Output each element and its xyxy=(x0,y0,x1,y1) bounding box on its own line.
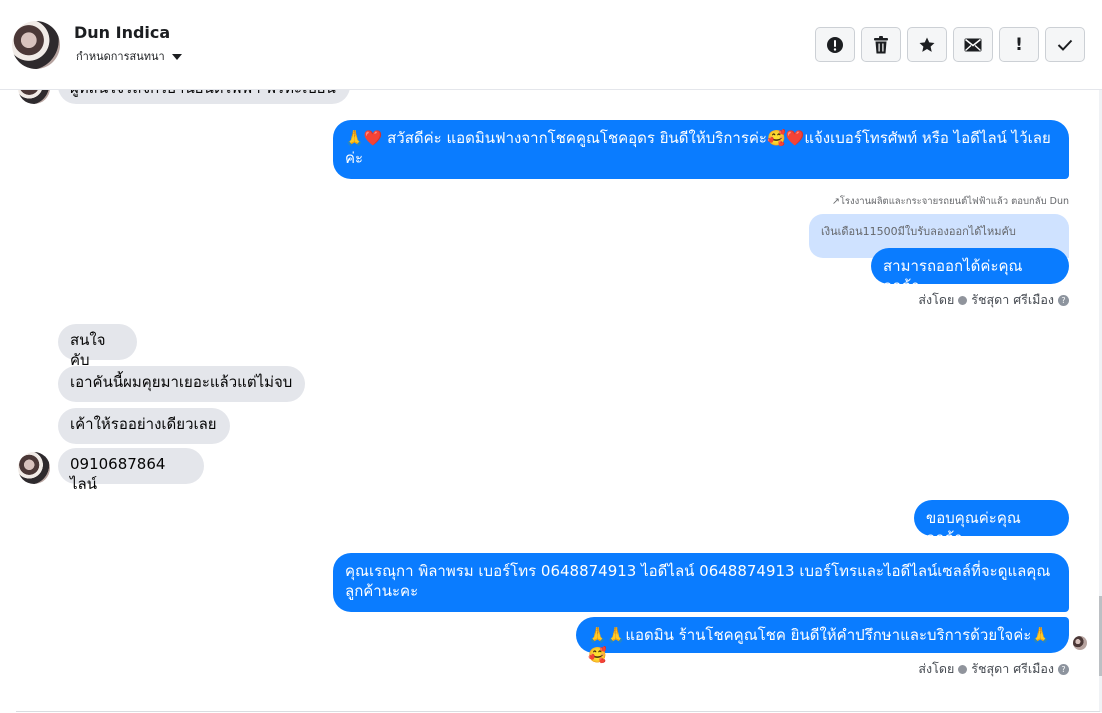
star-icon xyxy=(918,36,936,54)
trash-icon xyxy=(873,35,889,54)
outgoing-message[interactable]: 🙏❤️ สวัสดีค่ะ แอดมินฟางจากโชคคูณโชคอุดร … xyxy=(333,120,1069,179)
composer-divider xyxy=(16,711,1100,712)
outgoing-message[interactable]: สามารถออกได้ค่ะคุณลูกค้า xyxy=(871,248,1069,295)
message-thread[interactable]: ผู้ที่สนใจรถจักรยานยนต์ไฟฟ้า ฟรีทะเบียน … xyxy=(0,90,1102,712)
help-icon[interactable]: ? xyxy=(1058,294,1069,306)
contact-name[interactable]: Dun Indica xyxy=(74,23,170,42)
exclamation-icon: ! xyxy=(1015,34,1023,55)
conversation-toolbar: ! xyxy=(815,27,1085,62)
incoming-message[interactable]: ผู้ที่สนใจรถจักรยานยนต์ไฟฟ้า ฟรีทะเบียน xyxy=(58,90,350,104)
agent-icon xyxy=(958,664,968,674)
incoming-message[interactable]: เค้าให้รออย่างเดียวเลย xyxy=(58,408,230,444)
mark-unread-button[interactable] xyxy=(953,27,993,62)
assign-label: กำหนดการสนทนา xyxy=(76,50,165,63)
follow-up-button[interactable]: ! xyxy=(999,27,1039,62)
assign-conversation-dropdown[interactable]: กำหนดการสนทนา xyxy=(76,47,182,65)
quoted-message-text: เงินเดือน11500มีใบรับลองออกได้ไหมคับ xyxy=(821,225,1016,238)
reply-context: ↗โรงงานผลิตและกระจายรถยนต์ไฟฟ้าแล้ว ตอบก… xyxy=(831,196,1069,207)
seen-avatar-icon xyxy=(1073,636,1087,650)
caret-down-icon xyxy=(171,53,182,60)
sent-by-prefix: ส่งโดย xyxy=(918,661,955,676)
sent-by-label: ส่งโดย รัชสุดา ศรีเมือง ? xyxy=(918,659,1069,679)
incoming-message[interactable]: 0910687864 ไลน์ xyxy=(58,448,204,493)
sender-avatar xyxy=(18,90,50,104)
contact-avatar[interactable] xyxy=(12,21,60,69)
checkmark-icon xyxy=(1057,39,1073,51)
sent-by-name[interactable]: รัชสุดา ศรีเมือง xyxy=(971,290,1054,310)
mark-done-button[interactable] xyxy=(1045,27,1085,62)
delete-button[interactable] xyxy=(861,27,901,62)
outgoing-message[interactable]: 🙏🙏แอดมิน ร้านโชคคูณโชค ยินดีให้คำปรึกษาแ… xyxy=(576,617,1069,664)
star-button[interactable] xyxy=(907,27,947,62)
outgoing-message[interactable]: คุณเรณุกา พิลาพรม เบอร์โทร 0648874913 ไอ… xyxy=(333,553,1069,612)
sent-by-prefix: ส่งโดย xyxy=(918,292,955,307)
outgoing-message[interactable]: ขอบคุณค่ะคุณลูกค้า xyxy=(914,500,1069,547)
incoming-message[interactable]: สนใจคับ xyxy=(58,324,137,369)
sent-by-name[interactable]: รัชสุดา ศรีเมือง xyxy=(971,659,1054,679)
spam-button[interactable] xyxy=(815,27,855,62)
sent-by-label: ส่งโดย รัชสุดา ศรีเมือง ? xyxy=(918,290,1069,310)
envelope-icon xyxy=(964,38,982,52)
conversation-header: Dun Indica กำหนดการสนทนา ! xyxy=(0,0,1102,90)
sender-avatar xyxy=(18,452,50,484)
agent-icon xyxy=(958,295,968,305)
help-icon[interactable]: ? xyxy=(1058,663,1069,675)
alert-circle-icon xyxy=(826,36,844,54)
incoming-message[interactable]: เอาคันนี้ผมคุยมาเยอะแล้วแต่ไม่จบ xyxy=(58,366,305,402)
